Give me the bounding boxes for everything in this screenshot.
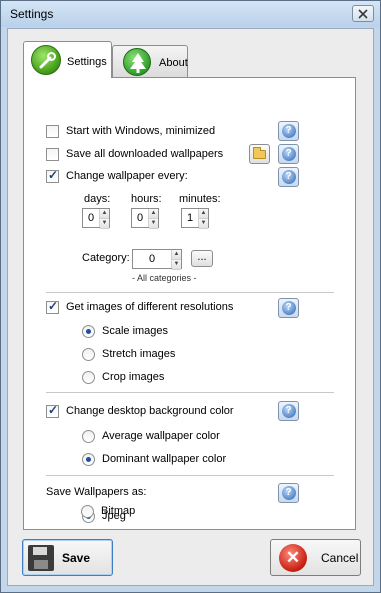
days-stepper[interactable]: 0 ▲ ▼ bbox=[82, 208, 110, 229]
help-icon: ? bbox=[281, 404, 296, 418]
change-wallpaper-checkbox[interactable] bbox=[46, 168, 59, 183]
bitmap-option[interactable]: Bitmap bbox=[81, 503, 135, 519]
bitmap-label: Bitmap bbox=[101, 505, 136, 517]
down-arrow-icon[interactable]: ▼ bbox=[172, 260, 181, 270]
window-title: Settings bbox=[10, 7, 54, 21]
save-as-label: Save Wallpapers as: bbox=[46, 486, 147, 498]
tree-icon bbox=[123, 48, 151, 76]
settings-window: Settings Settings About Start with Windo… bbox=[0, 0, 381, 593]
stretch-images-radio[interactable] bbox=[82, 347, 95, 361]
days-label: days: bbox=[84, 193, 111, 205]
help-button-bgcolor[interactable]: ? bbox=[278, 401, 299, 421]
change-wallpaper-label: Change wallpaper every: bbox=[66, 170, 188, 182]
up-arrow-icon[interactable]: ▲ bbox=[100, 209, 109, 219]
scale-images-option[interactable]: Scale images bbox=[82, 323, 168, 339]
category-caption: - All categories - bbox=[132, 273, 197, 283]
save-downloaded-checkbox[interactable] bbox=[46, 147, 59, 161]
up-arrow-icon[interactable]: ▲ bbox=[149, 209, 158, 219]
down-arrow-icon[interactable]: ▼ bbox=[100, 219, 109, 229]
resolutions-checkbox[interactable] bbox=[46, 299, 59, 314]
help-button-saveas[interactable]: ? bbox=[278, 483, 299, 503]
cancel-button-label: Cancel bbox=[321, 550, 359, 565]
save-downloaded-option[interactable]: Save all downloaded wallpapers bbox=[46, 146, 223, 162]
category-label: Category: bbox=[82, 252, 130, 264]
crop-images-option[interactable]: Crop images bbox=[82, 369, 164, 385]
average-color-option[interactable]: Average wallpaper color bbox=[82, 428, 220, 444]
help-icon: ? bbox=[281, 124, 296, 138]
save-button-label: Save bbox=[62, 550, 91, 565]
help-button-start[interactable]: ? bbox=[278, 121, 299, 141]
folder-icon bbox=[253, 146, 266, 159]
help-icon: ? bbox=[281, 301, 296, 315]
minutes-label: minutes: bbox=[179, 193, 221, 205]
save-button[interactable]: Save bbox=[22, 539, 113, 576]
start-with-windows-checkbox[interactable] bbox=[46, 124, 59, 138]
help-button-resolutions[interactable]: ? bbox=[278, 298, 299, 318]
help-button-save[interactable]: ? bbox=[278, 144, 299, 164]
scale-images-label: Scale images bbox=[102, 325, 169, 337]
up-arrow-icon[interactable]: ▲ bbox=[172, 250, 181, 260]
bgcolor-label: Change desktop background color bbox=[66, 405, 234, 417]
tab-about-label: About bbox=[159, 57, 188, 69]
minutes-value: 1 bbox=[186, 212, 194, 224]
dominant-color-option[interactable]: Dominant wallpaper color bbox=[82, 451, 226, 467]
category-stepper[interactable]: 0 ▲ ▼ bbox=[132, 249, 182, 270]
divider bbox=[46, 475, 334, 476]
average-color-label: Average wallpaper color bbox=[102, 430, 220, 442]
change-wallpaper-option[interactable]: Change wallpaper every: bbox=[46, 168, 188, 184]
start-with-windows-label: Start with Windows, minimized bbox=[66, 125, 216, 137]
dialog-body: Settings About Start with Windows, minim… bbox=[7, 28, 374, 586]
tab-settings-label: Settings bbox=[67, 56, 107, 68]
category-value: 0 bbox=[148, 253, 156, 265]
save-downloaded-label: Save all downloaded wallpapers bbox=[66, 148, 224, 160]
help-icon: ? bbox=[281, 486, 296, 500]
hours-stepper[interactable]: 0 ▲ ▼ bbox=[131, 208, 159, 229]
resolutions-label: Get images of different resolutions bbox=[66, 301, 234, 313]
stretch-images-label: Stretch images bbox=[102, 348, 176, 360]
tab-about[interactable]: About bbox=[112, 45, 188, 77]
divider bbox=[46, 392, 334, 393]
title-bar[interactable]: Settings bbox=[1, 1, 380, 27]
dominant-color-radio[interactable] bbox=[82, 452, 95, 466]
help-icon: ? bbox=[281, 170, 296, 184]
bgcolor-option[interactable]: Change desktop background color bbox=[46, 403, 234, 419]
crop-images-radio[interactable] bbox=[82, 370, 95, 384]
days-value: 0 bbox=[87, 212, 95, 224]
help-button-change[interactable]: ? bbox=[278, 167, 299, 187]
average-color-radio[interactable] bbox=[82, 429, 95, 443]
floppy-disk-icon bbox=[28, 544, 54, 571]
settings-panel: Start with Windows, minimized ? Save all… bbox=[23, 77, 356, 530]
divider bbox=[46, 292, 334, 293]
crop-images-label: Crop images bbox=[102, 371, 165, 383]
resolutions-option[interactable]: Get images of different resolutions bbox=[46, 299, 233, 315]
bitmap-radio[interactable] bbox=[81, 504, 94, 518]
hours-value: 0 bbox=[136, 212, 144, 224]
dominant-color-label: Dominant wallpaper color bbox=[102, 453, 227, 465]
close-icon bbox=[358, 8, 368, 19]
wrench-icon bbox=[31, 45, 61, 75]
minutes-stepper[interactable]: 1 ▲ ▼ bbox=[181, 208, 209, 229]
stretch-images-option[interactable]: Stretch images bbox=[82, 346, 175, 362]
bgcolor-checkbox[interactable] bbox=[46, 403, 59, 418]
help-icon: ? bbox=[281, 147, 296, 161]
tab-settings[interactable]: Settings bbox=[23, 41, 112, 78]
up-arrow-icon[interactable]: ▲ bbox=[199, 209, 208, 219]
start-with-windows-option[interactable]: Start with Windows, minimized bbox=[46, 123, 215, 139]
down-arrow-icon[interactable]: ▼ bbox=[199, 219, 208, 229]
browse-folder-button[interactable] bbox=[249, 144, 270, 164]
category-browse-button[interactable]: ... bbox=[191, 250, 213, 267]
cancel-button[interactable]: ✕ Cancel bbox=[270, 539, 361, 576]
scale-images-radio[interactable] bbox=[82, 324, 95, 338]
down-arrow-icon[interactable]: ▼ bbox=[149, 219, 158, 229]
cancel-icon: ✕ bbox=[279, 543, 307, 572]
close-button[interactable] bbox=[352, 5, 374, 22]
hours-label: hours: bbox=[131, 193, 162, 205]
